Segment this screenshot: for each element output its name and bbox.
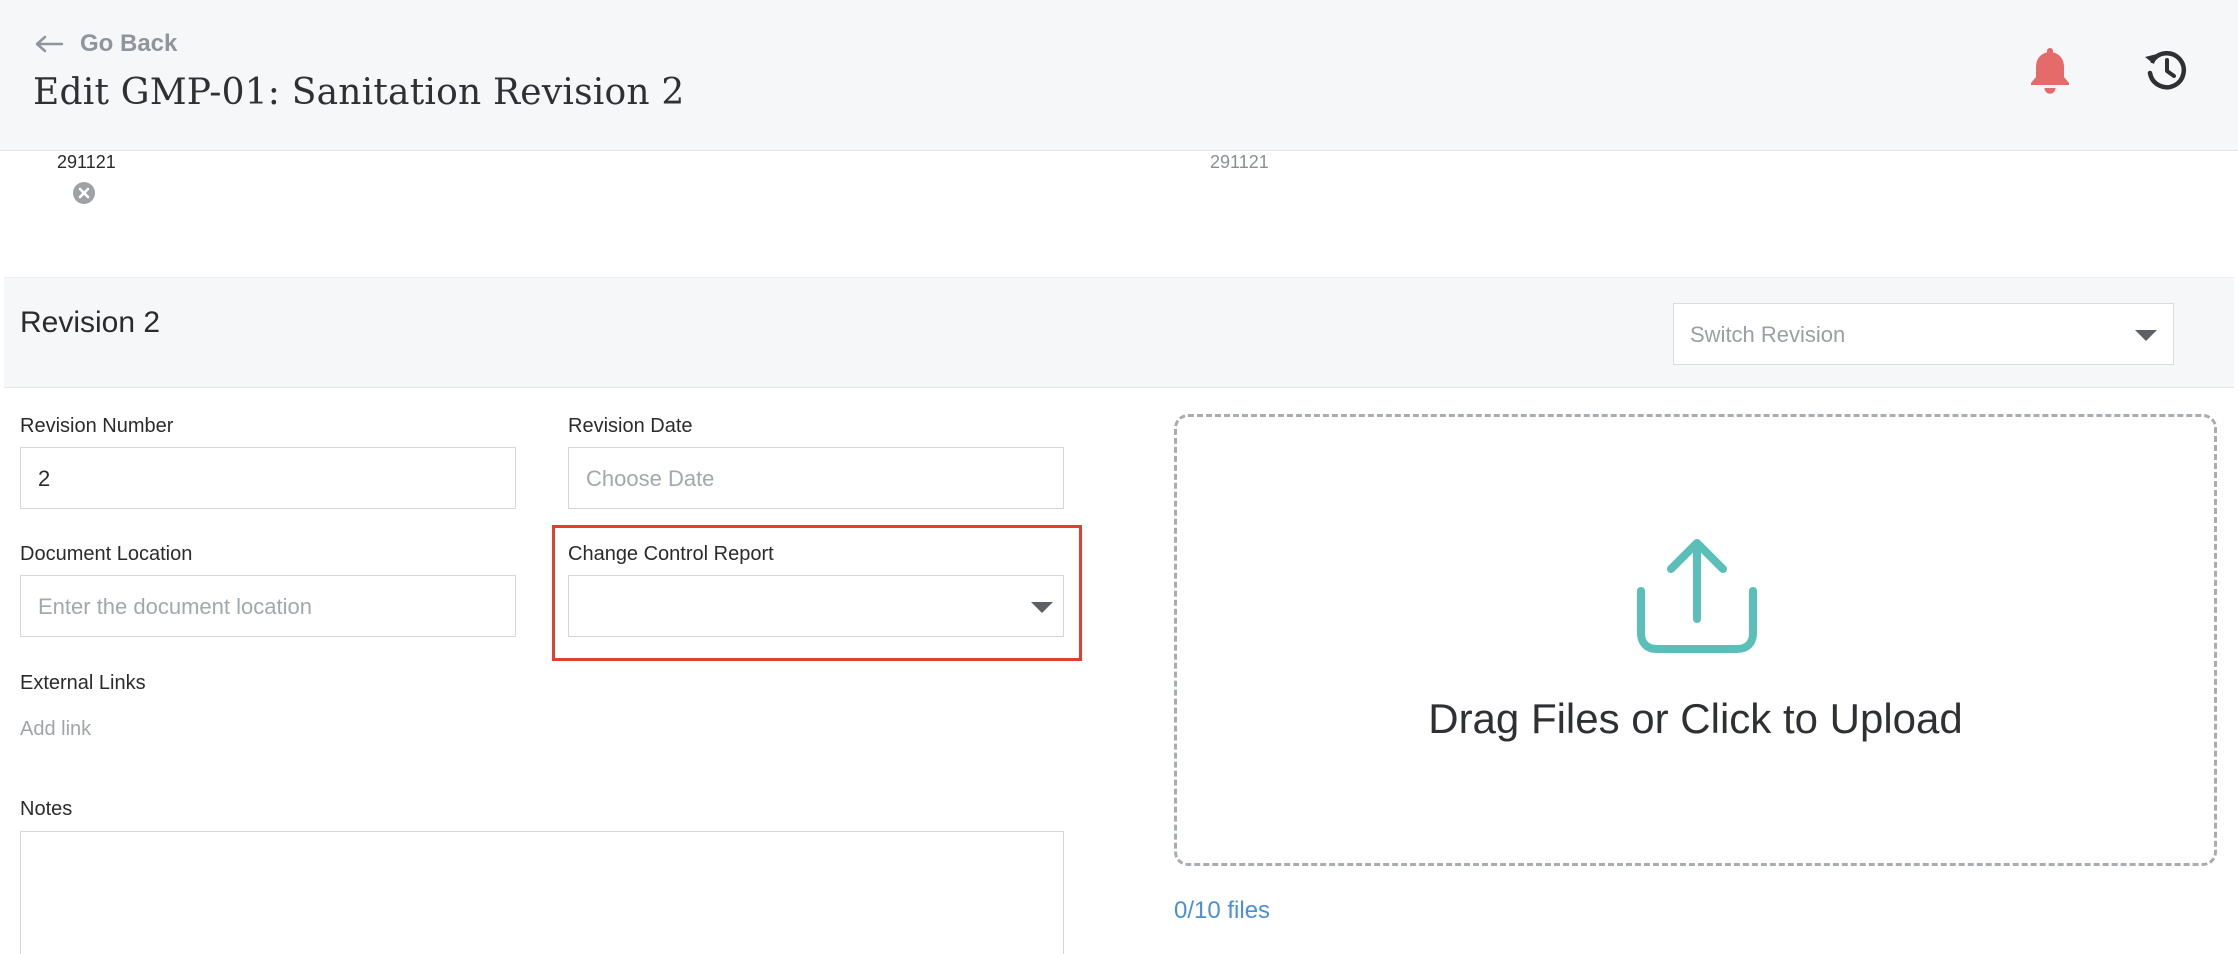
upload-instructions: Drag Files or Click to Upload: [1428, 695, 1963, 742]
revision-number-input[interactable]: 2: [20, 447, 516, 509]
go-back-label: Go Back: [80, 30, 178, 57]
notes-textarea[interactable]: [20, 831, 1064, 954]
page-header: Go Back Edit GMP-01: Sanitation Revision…: [0, 0, 2238, 151]
chevron-down-icon: [2135, 330, 2157, 341]
revision-date-input[interactable]: Choose Date: [568, 447, 1064, 509]
revision-date-placeholder: Choose Date: [586, 466, 715, 491]
document-location-input[interactable]: Enter the document location: [20, 575, 516, 637]
arrow-left-icon: [35, 35, 64, 53]
change-control-select[interactable]: [568, 575, 1064, 637]
revision-number-value: 2: [38, 466, 51, 491]
switch-revision-select[interactable]: Switch Revision: [1673, 303, 2174, 365]
notes-label: Notes: [20, 798, 73, 820]
history-icon[interactable]: [2142, 46, 2190, 94]
revision-number-label: Revision Number: [20, 415, 174, 437]
document-location-label: Document Location: [20, 543, 193, 565]
external-links-label: External Links: [20, 672, 146, 694]
revision-bar: Revision 2 Switch Revision: [4, 277, 2234, 388]
document-location-placeholder: Enter the document location: [38, 594, 312, 619]
go-back-link[interactable]: Go Back: [34, 30, 177, 58]
strip-right-value: 291121: [1210, 152, 1269, 172]
remove-circle-icon[interactable]: [72, 181, 96, 205]
strip-left-value: 291121: [57, 152, 116, 172]
revision-date-label: Revision Date: [568, 415, 693, 437]
files-count: 0/10 files: [1174, 897, 1271, 924]
chevron-down-icon: [1031, 602, 1053, 613]
add-link-button[interactable]: Add link: [20, 718, 91, 741]
revision-title: Revision 2: [20, 306, 161, 339]
file-upload-dropzone[interactable]: Drag Files or Click to Upload: [1174, 414, 2217, 866]
switch-revision-placeholder: Switch Revision: [1690, 322, 1846, 347]
bell-icon[interactable]: [2026, 44, 2074, 96]
change-control-label: Change Control Report: [568, 543, 774, 565]
page-title: Edit GMP-01: Sanitation Revision 2: [33, 72, 685, 113]
upload-icon: [1637, 539, 1757, 653]
